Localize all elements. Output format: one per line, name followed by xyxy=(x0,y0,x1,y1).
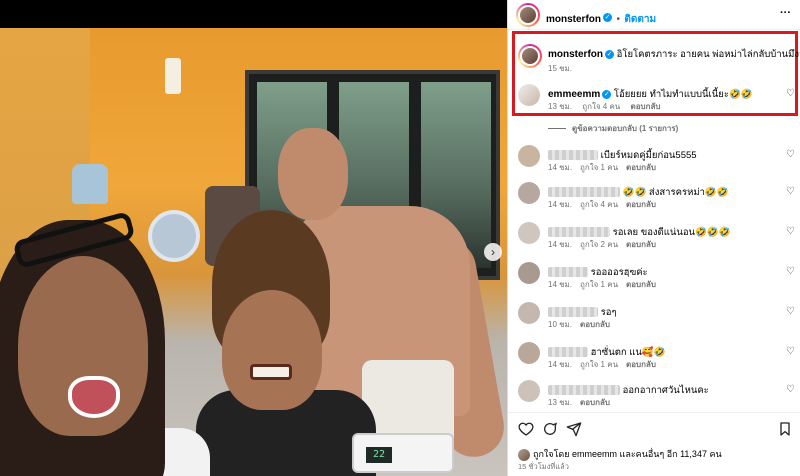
blurred-username xyxy=(548,267,588,278)
comment-likes[interactable]: ถูกใจ 4 คน xyxy=(582,102,620,111)
reply-button[interactable]: ตอบกลับ xyxy=(626,240,656,249)
media-topbar xyxy=(0,0,507,28)
woman2-face xyxy=(222,290,322,410)
comments-panel: monsterfon ✓ • ติดตาม ··· monsterfon ✓ อิโ… xyxy=(507,0,800,476)
comment-time: 13 ชม. xyxy=(548,102,573,111)
comment-text: 🤣🤣 ส่งสารครหม่า🤣🤣 xyxy=(622,187,729,198)
post-footer: ถูกใจโดย emmeemm และคนอื่นๆ อีก 11,347 ค… xyxy=(508,412,800,476)
caption-username[interactable]: monsterfon xyxy=(548,49,603,60)
commenter-username[interactable]: emmeemm xyxy=(548,89,600,100)
next-arrow-icon[interactable]: › xyxy=(484,243,502,261)
follow-button[interactable]: ติดตาม xyxy=(624,14,656,25)
comment-likes[interactable]: ถูกใจ 1 คน xyxy=(580,280,618,289)
blurred-username xyxy=(548,307,598,318)
post-time: 15 ชั่วโมงที่แล้ว xyxy=(518,462,569,471)
caption-text: อิโยโคตรภาระ อายคน พ่อหม่าไล่กลับบ้านมึง… xyxy=(616,49,800,60)
comment-text: รอๆ xyxy=(600,307,617,318)
like-heart-icon[interactable]: ♡ xyxy=(786,226,795,237)
reply-button[interactable]: ตอบกลับ xyxy=(580,398,610,407)
bookmark-icon[interactable] xyxy=(777,421,793,437)
share-icon[interactable] xyxy=(566,421,582,437)
commenter-avatar[interactable] xyxy=(518,302,540,324)
post-header: monsterfon ✓ • ติดตาม ··· xyxy=(508,0,800,30)
action-bar xyxy=(518,421,793,439)
like-heart-icon[interactable]: ♡ xyxy=(786,266,795,277)
like-heart-icon[interactable]: ♡ xyxy=(786,384,795,395)
separator-dot: • xyxy=(616,14,620,25)
comment-likes[interactable]: ถูกใจ 2 คน xyxy=(580,240,618,249)
reply-button[interactable]: ตอบกลับ xyxy=(626,360,656,369)
commenter-avatar[interactable] xyxy=(518,262,540,284)
comment-likes[interactable]: ถูกใจ 1 คน xyxy=(580,163,618,172)
commenter-avatar[interactable] xyxy=(518,222,540,244)
comment-likes[interactable]: ถูกใจ 1 คน xyxy=(580,360,618,369)
commenter-avatar[interactable] xyxy=(518,182,540,204)
comment-text: โอ้ยยยย ทำไมทำแบบนี้เนี้ยะ🤣🤣 xyxy=(613,89,753,100)
reply-button[interactable]: ตอบกลับ xyxy=(626,280,656,289)
reply-button[interactable]: ตอบกลับ xyxy=(626,200,656,209)
comment-time: 14 ชม. xyxy=(548,163,573,172)
commenter-avatar[interactable] xyxy=(518,342,540,364)
author-avatar[interactable] xyxy=(516,3,540,27)
treadmill-console: 22 xyxy=(352,433,454,473)
comment-text: ฮาซั่นตก แน🥰🤣 xyxy=(590,347,666,358)
fan xyxy=(148,210,200,262)
likes-summary[interactable]: ถูกใจโดย emmeemm และคนอื่นๆ อีก 11,347 ค… xyxy=(518,447,722,461)
comment-time: 14 ชม. xyxy=(548,360,573,369)
verified-badge-icon: ✓ xyxy=(602,89,612,99)
console-display: 22 xyxy=(366,447,392,463)
post-media: 22 › xyxy=(0,0,507,476)
comment-text: เบียร์หมดคู่มี้ยก่อน5555 xyxy=(600,150,697,161)
like-heart-icon[interactable]: ♡ xyxy=(786,88,795,99)
comment-text: รออออรฮฺฃค่ะ xyxy=(590,267,648,278)
blurred-username xyxy=(548,150,598,161)
commenter-avatar[interactable] xyxy=(518,380,540,402)
liker-avatar xyxy=(518,448,530,461)
water-bottle xyxy=(72,164,108,204)
verified-badge-icon: ✓ xyxy=(605,49,614,59)
comment-icon[interactable] xyxy=(542,421,558,437)
comment-time: 13 ชม. xyxy=(548,398,573,407)
verified-badge-icon: ✓ xyxy=(603,13,612,23)
view-replies[interactable]: ดูข้อความตอบกลับ (1 รายการ) xyxy=(548,122,678,135)
like-heart-icon[interactable] xyxy=(518,421,534,437)
like-heart-icon[interactable]: ♡ xyxy=(786,149,795,160)
caption-time: 15 ชม. xyxy=(548,64,573,73)
blurred-username xyxy=(548,385,620,396)
blurred-username xyxy=(548,347,588,358)
like-heart-icon[interactable]: ♡ xyxy=(786,306,795,317)
blurred-username xyxy=(548,187,620,198)
post-photo[interactable]: 22 xyxy=(0,28,507,476)
comment-time: 14 ชม. xyxy=(548,200,573,209)
like-heart-icon[interactable]: ♡ xyxy=(786,186,795,197)
blurred-username xyxy=(548,227,610,238)
woman2-smile xyxy=(250,364,292,380)
caption-avatar[interactable] xyxy=(518,44,542,68)
like-heart-icon[interactable]: ♡ xyxy=(786,346,795,357)
woman1-mouth xyxy=(68,376,120,418)
commenter-avatar[interactable] xyxy=(518,84,540,106)
reply-button[interactable]: ตอบกลับ xyxy=(626,163,656,172)
likes-text: ถูกใจโดย emmeemm และคนอื่นๆ อีก 11,347 ค… xyxy=(533,449,722,459)
author-username[interactable]: monsterfon xyxy=(546,14,601,25)
comment-time: 14 ชม. xyxy=(548,240,573,249)
wall-lamp xyxy=(165,58,181,94)
man-head xyxy=(278,128,348,220)
comment-text: ออกอากาศวันไหนคะ xyxy=(622,385,709,396)
comment-likes[interactable]: ถูกใจ 4 คน xyxy=(580,200,618,209)
comment-time: 10 ชม. xyxy=(548,320,573,329)
more-options-icon[interactable]: ··· xyxy=(780,7,791,19)
comment-text: รอเลย ของดีแน่นอน🤣🤣🤣 xyxy=(612,227,731,238)
reply-button[interactable]: ตอบกลับ xyxy=(580,320,610,329)
comment-time: 14 ชม. xyxy=(548,280,573,289)
reply-button[interactable]: ตอบกลับ xyxy=(631,102,661,111)
commenter-avatar[interactable] xyxy=(518,145,540,167)
